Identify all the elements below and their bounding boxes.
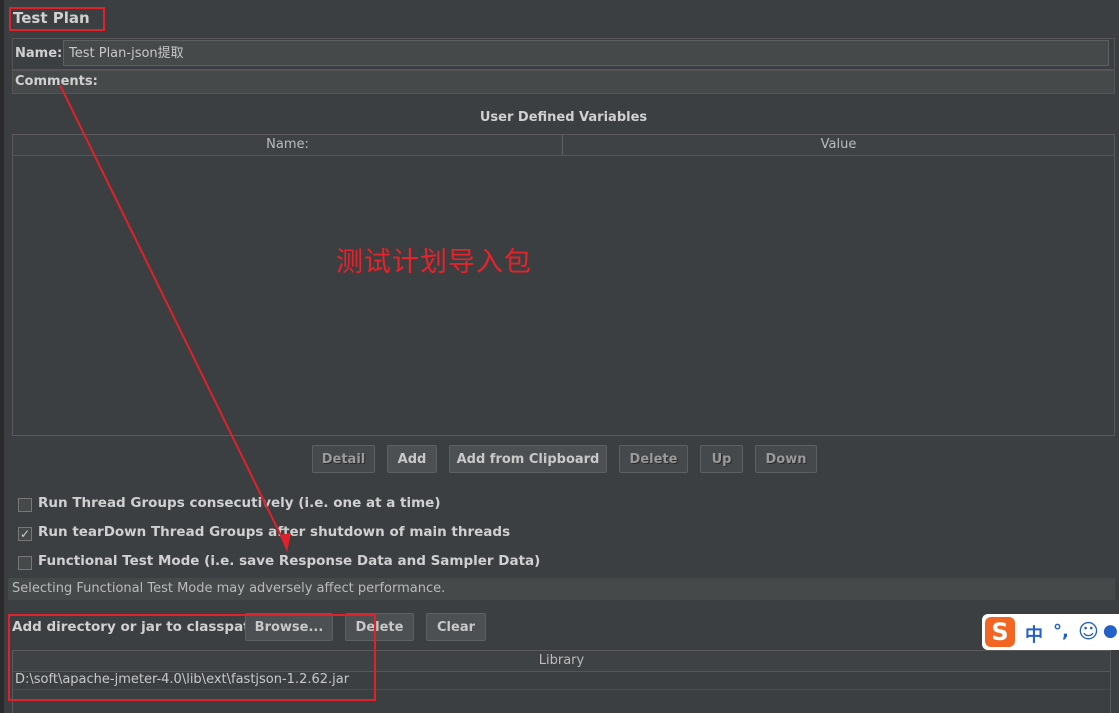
comments-label: Comments:	[15, 74, 98, 89]
test-plan-panel: Test Plan Name: Test Plan-json提取 Comment…	[0, 0, 1119, 713]
punctuation-icon[interactable]: °,	[1053, 621, 1069, 642]
ime-toolbar[interactable]: S 中 °, ☺ ●	[982, 614, 1119, 650]
udv-table-header: Name: Value	[13, 135, 1114, 156]
add-button[interactable]: Add	[387, 445, 437, 473]
add-from-clipboard-button[interactable]: Add from Clipboard	[449, 445, 607, 473]
ime-mode-toggle[interactable]: 中	[1025, 621, 1043, 647]
name-label: Name:	[15, 46, 63, 61]
up-button[interactable]: Up	[700, 445, 743, 473]
microphone-icon[interactable]: ●	[1103, 621, 1118, 641]
detail-button[interactable]: Detail	[312, 445, 375, 473]
udv-table[interactable]: Name: Value	[12, 134, 1115, 436]
left-border	[0, 0, 4, 713]
annotation-text: 测试计划导入包	[336, 247, 532, 278]
name-row: Name: Test Plan-json提取	[12, 38, 1115, 70]
emoji-icon[interactable]: ☺	[1078, 619, 1099, 643]
udv-column-value[interactable]: Value	[563, 137, 1114, 152]
name-input[interactable]: Test Plan-json提取	[63, 40, 1109, 66]
checkbox-unchecked-icon[interactable]	[18, 556, 32, 570]
functional-mode-warning: Selecting Functional Test Mode may adver…	[8, 578, 1115, 600]
classpath-clear-button[interactable]: Clear	[426, 613, 486, 641]
option-label: Run Thread Groups consecutively (i.e. on…	[38, 495, 441, 511]
checkbox-unchecked-icon[interactable]	[18, 498, 32, 512]
annotation-box-classpath	[8, 614, 376, 701]
down-button[interactable]: Down	[755, 445, 817, 473]
option-label: Functional Test Mode (i.e. save Response…	[38, 553, 541, 569]
checkbox-checked-icon[interactable]: ✓	[18, 527, 32, 541]
sogou-logo-icon[interactable]: S	[985, 617, 1015, 647]
delete-button[interactable]: Delete	[619, 445, 688, 473]
udv-title: User Defined Variables	[479, 110, 648, 125]
udv-column-name[interactable]: Name:	[13, 137, 562, 152]
option-label: Run tearDown Thread Groups after shutdow…	[38, 524, 511, 540]
comments-field[interactable]: Comments:	[12, 70, 1115, 94]
annotation-box-title	[9, 7, 105, 31]
